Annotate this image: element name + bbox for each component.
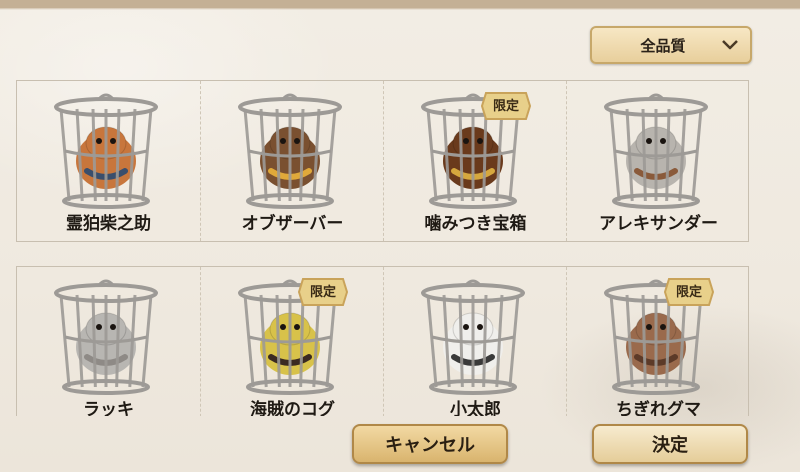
pet-cage-icon (54, 93, 158, 209)
pet-cage-icon (421, 279, 525, 395)
pet-row-1: 霊狛柴之助 オブザーバー 限定噛みつき宝箱 アレキサンダー (16, 80, 749, 242)
pet-name: ラッキ (83, 400, 134, 416)
top-border (0, 0, 800, 8)
quality-filter-label: 全品質 (640, 36, 686, 55)
pet-card[interactable]: ラッキ (17, 267, 200, 416)
pet-name: 海賊のコグ (250, 400, 335, 416)
pet-card[interactable]: オブザーバー (200, 81, 383, 241)
pet-cage-icon (54, 279, 158, 395)
pet-card[interactable]: 小太郎 (383, 267, 566, 416)
pet-row-2-clip: ラッキ 限定海賊のコグ 小太郎 限定ちぎれグマ (16, 266, 749, 416)
cancel-button[interactable]: キャンセル (352, 424, 508, 464)
pet-card[interactable]: アレキサンダー (566, 81, 749, 241)
pet-name: 霊狛柴之助 (66, 214, 151, 234)
pet-card[interactable]: 霊狛柴之助 (17, 81, 200, 241)
pet-cage-icon (238, 93, 342, 209)
pet-name: 小太郎 (450, 400, 501, 416)
pet-card[interactable]: 限定噛みつき宝箱 (383, 81, 566, 241)
pet-row-2: ラッキ 限定海賊のコグ 小太郎 限定ちぎれグマ (16, 266, 749, 416)
pet-name: ちぎれグマ (616, 400, 701, 416)
pet-name: 噛みつき宝箱 (424, 214, 527, 234)
quality-filter-dropdown[interactable]: 全品質 (590, 26, 752, 64)
pet-card[interactable]: 限定ちぎれグマ (566, 267, 749, 416)
chevron-down-icon (722, 40, 738, 50)
pet-name: オブザーバー (241, 214, 344, 234)
limited-badge-label: 限定 (675, 285, 702, 300)
pet-name: アレキサンダー (599, 214, 718, 234)
limited-badge-label: 限定 (492, 99, 519, 114)
pet-card[interactable]: 限定海賊のコグ (200, 267, 383, 416)
limited-badge-label: 限定 (309, 285, 336, 300)
pet-cage-icon (604, 93, 708, 209)
confirm-button[interactable]: 決定 (592, 424, 748, 464)
